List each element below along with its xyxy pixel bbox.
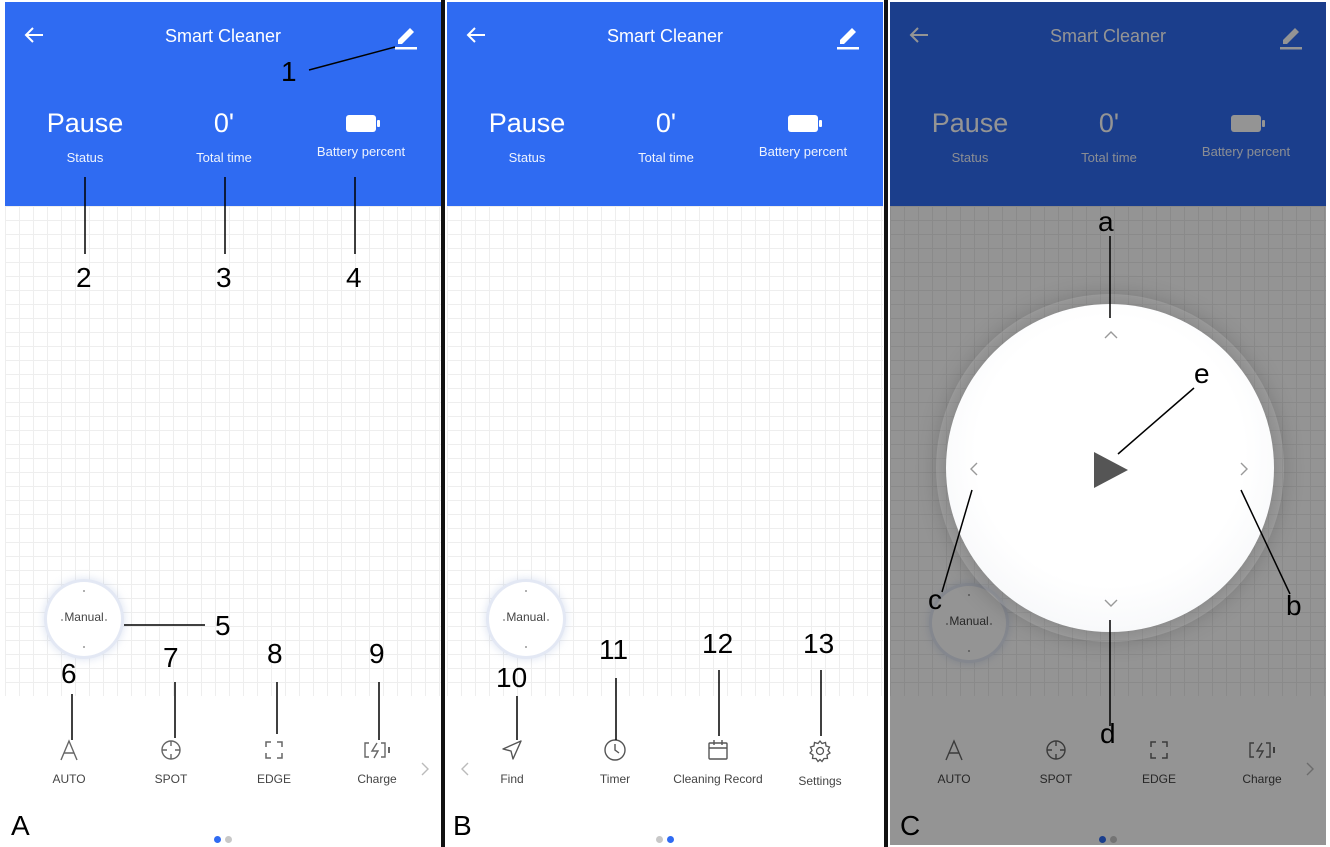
- panel-letter: C: [900, 810, 921, 841]
- panel-c: Smart Cleaner Pause Status 0' Total time…: [890, 2, 1326, 845]
- callout-a: a: [1098, 206, 1114, 237]
- callout-10: 10: [496, 662, 528, 693]
- callout-7: 7: [163, 642, 179, 673]
- panel-letter: A: [11, 810, 30, 841]
- panel-a: Smart Cleaner Pause Status 0' Total time…: [5, 2, 441, 845]
- callout-c: c: [928, 584, 942, 615]
- callout-5: 5: [215, 610, 231, 641]
- panel-letter: B: [453, 810, 472, 841]
- panel-b: Smart Cleaner Pause Status 0' Total time…: [447, 2, 883, 845]
- callout-11: 11: [599, 634, 629, 665]
- callout-6: 6: [61, 658, 77, 689]
- panel-divider: [884, 0, 888, 847]
- callout-13: 13: [803, 628, 835, 659]
- callout-9: 9: [369, 638, 385, 669]
- callout-4: 4: [346, 262, 362, 293]
- callout-8: 8: [267, 638, 283, 669]
- callout-b: b: [1286, 590, 1302, 621]
- callout-e: e: [1194, 358, 1210, 389]
- panel-divider: [441, 0, 445, 847]
- callout-12: 12: [702, 628, 734, 659]
- callout-d: d: [1100, 718, 1116, 749]
- callout-2: 2: [76, 262, 92, 293]
- callout-3: 3: [216, 262, 232, 293]
- callout-1: 1: [281, 56, 297, 87]
